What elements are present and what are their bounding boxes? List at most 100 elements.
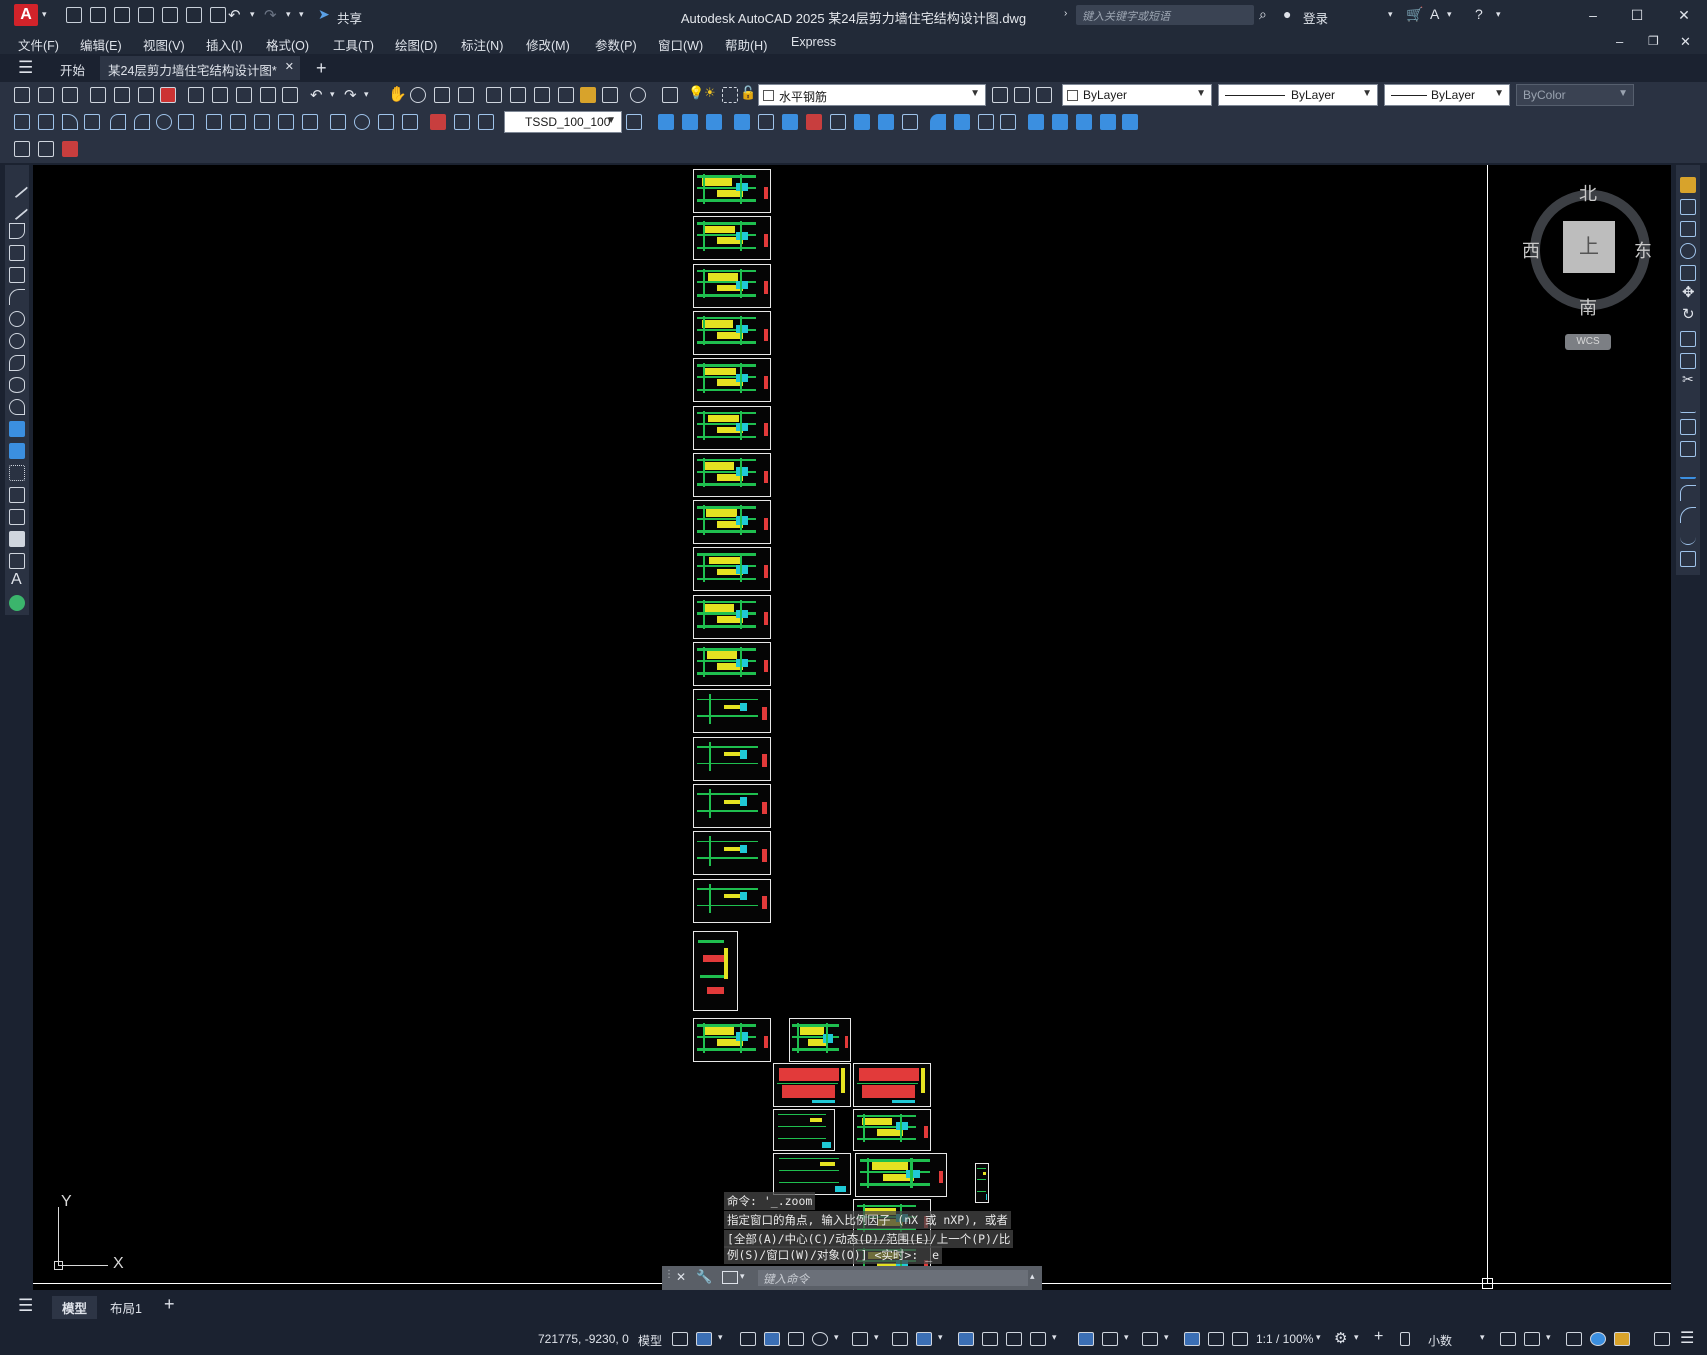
publish-3d-icon[interactable] bbox=[160, 87, 176, 103]
mirror-object-icon[interactable] bbox=[682, 114, 698, 130]
isolate-objects-icon[interactable] bbox=[1566, 1332, 1582, 1346]
command-grip-icon[interactable]: ⋮ bbox=[664, 1269, 674, 1280]
infer-constraints-icon[interactable] bbox=[740, 1332, 756, 1346]
workspace-chevron-icon[interactable]: ▾ bbox=[1354, 1332, 1359, 1343]
insert-block-icon[interactable] bbox=[9, 421, 25, 437]
open-web-icon[interactable] bbox=[162, 7, 178, 23]
menu-insert[interactable]: 插入(I) bbox=[206, 35, 243, 54]
tool-palettes-icon[interactable] bbox=[534, 87, 550, 103]
3d-object-snap-icon[interactable] bbox=[1030, 1332, 1046, 1346]
paste-icon[interactable] bbox=[236, 87, 252, 103]
qsave-icon[interactable] bbox=[62, 87, 78, 103]
coordinates-readout[interactable]: 721775, -9230, 0 bbox=[538, 1332, 629, 1346]
menu-tools[interactable]: 工具(T) bbox=[333, 35, 374, 54]
layer-thaw-icon[interactable]: ☀ bbox=[704, 85, 716, 101]
undo-chevron-icon[interactable]: ▾ bbox=[250, 9, 255, 20]
dimension-update-icon[interactable] bbox=[478, 114, 494, 130]
customize-statusbar-icon[interactable]: ☰ bbox=[1680, 1328, 1694, 1348]
offset-object-icon[interactable] bbox=[706, 114, 722, 130]
polyline-icon[interactable] bbox=[9, 223, 25, 239]
calculator-icon[interactable] bbox=[602, 87, 618, 103]
transparency-icon[interactable] bbox=[982, 1332, 998, 1346]
polar-chevron-icon[interactable]: ▾ bbox=[834, 1332, 839, 1343]
print-preview-icon[interactable] bbox=[114, 87, 130, 103]
construction-line-icon[interactable] bbox=[5, 197, 29, 221]
add-selected-icon[interactable] bbox=[9, 595, 25, 611]
doc-minimize-icon[interactable]: – bbox=[1616, 34, 1623, 49]
open-file-icon[interactable] bbox=[90, 7, 106, 23]
share-icon[interactable]: ➤ bbox=[318, 6, 330, 23]
array-icon[interactable] bbox=[1680, 265, 1696, 281]
compass-north[interactable]: 北 bbox=[1579, 180, 1597, 206]
blend-curves-icon[interactable] bbox=[1052, 114, 1068, 130]
arc-icon[interactable] bbox=[9, 289, 25, 305]
annotation-monitor-icon[interactable]: + bbox=[1374, 1328, 1383, 1346]
auto-scale-icon[interactable] bbox=[1208, 1332, 1224, 1346]
maximize-icon[interactable]: ☐ bbox=[1628, 6, 1646, 24]
units-chevron-icon[interactable]: ▾ bbox=[1480, 1332, 1485, 1343]
diameter-dimension-icon[interactable] bbox=[156, 114, 172, 130]
dimension-style-dropdown[interactable]: TSSD_100_100 ▼ bbox=[504, 111, 622, 133]
help-chevron-icon[interactable]: ▾ bbox=[1496, 9, 1501, 20]
object-snap-chevron-icon[interactable]: ▾ bbox=[938, 1332, 943, 1343]
share-label[interactable]: 共享 bbox=[337, 8, 362, 27]
arc-length-icon[interactable] bbox=[62, 114, 78, 130]
spline-icon[interactable] bbox=[9, 355, 25, 371]
isodraft-icon[interactable] bbox=[852, 1332, 868, 1346]
layer-lock-icon[interactable]: 🔓 bbox=[740, 85, 756, 101]
continue-dimension-icon[interactable] bbox=[254, 114, 270, 130]
tolerance-icon[interactable] bbox=[330, 114, 346, 130]
fillet-icon[interactable] bbox=[1680, 507, 1696, 523]
command-history-toggle-icon[interactable]: ▴ bbox=[1030, 1271, 1035, 1282]
menu-format[interactable]: 格式(O) bbox=[266, 35, 309, 54]
quick-properties-icon[interactable] bbox=[1500, 1332, 1516, 1346]
annotation-scale-chevron-icon[interactable]: ▾ bbox=[1316, 1332, 1321, 1343]
menu-parametric[interactable]: 参数(P) bbox=[595, 35, 637, 54]
tab-layout1[interactable]: 布局1 bbox=[110, 1298, 142, 1317]
autodesk-app-icon[interactable]: A bbox=[1430, 6, 1439, 22]
break-at-point-icon[interactable] bbox=[1680, 419, 1696, 435]
3d-snap-chevron-icon[interactable]: ▾ bbox=[1052, 1332, 1057, 1343]
object-snap-tracking-icon[interactable] bbox=[892, 1332, 908, 1346]
clean-screen-icon[interactable] bbox=[1654, 1332, 1670, 1346]
pan-icon[interactable]: ✋ bbox=[388, 85, 407, 103]
menu-draw[interactable]: 绘图(D) bbox=[395, 35, 437, 54]
color-dropdown[interactable]: ByLayer ▼ bbox=[1062, 84, 1212, 106]
block-attribute-icon[interactable] bbox=[38, 141, 54, 157]
doc-restore-icon[interactable]: ❐ bbox=[1648, 34, 1659, 48]
annotation-visibility-icon[interactable] bbox=[1184, 1332, 1200, 1346]
snap-chevron-icon[interactable]: ▾ bbox=[718, 1332, 723, 1343]
drawing-canvas[interactable]: Y X 命令: '_.zoom 指定窗口的角点, 输入比例因子 (nX 或 nX… bbox=[33, 165, 1671, 1290]
graphics-performance-icon[interactable] bbox=[1590, 1332, 1606, 1346]
aligned-dimension-icon[interactable] bbox=[38, 114, 54, 130]
command-close-icon[interactable]: ✕ bbox=[676, 1270, 686, 1284]
chamfer-icon[interactable] bbox=[954, 114, 970, 130]
undo-toolbar-icon[interactable]: ↶ bbox=[310, 86, 323, 104]
rotate-icon[interactable]: ↻ bbox=[1682, 305, 1695, 323]
scale-icon[interactable] bbox=[1680, 331, 1696, 347]
menu-modify[interactable]: 修改(M) bbox=[526, 35, 570, 54]
menu-file[interactable]: 文件(F) bbox=[18, 35, 59, 54]
lock-ui-chevron-icon[interactable]: ▾ bbox=[1546, 1332, 1551, 1343]
user-icon[interactable]: ● bbox=[1283, 6, 1291, 22]
zoom-window-icon[interactable] bbox=[434, 87, 450, 103]
redo-toolbar-chevron-icon[interactable]: ▾ bbox=[364, 89, 369, 100]
customize-qat-icon[interactable]: ▾ bbox=[299, 9, 304, 20]
zoom-previous-icon[interactable] bbox=[458, 87, 474, 103]
lengthen-icon[interactable] bbox=[1100, 114, 1116, 130]
scale-object-icon[interactable] bbox=[830, 114, 846, 130]
block-editor-icon[interactable] bbox=[282, 87, 298, 103]
grid-icon[interactable] bbox=[672, 1332, 688, 1346]
layer-properties-icon[interactable] bbox=[662, 87, 678, 103]
hatch-icon[interactable] bbox=[9, 487, 25, 503]
extend-icon[interactable] bbox=[1680, 397, 1696, 413]
extend-object-icon[interactable] bbox=[902, 114, 918, 130]
ortho-mode-icon[interactable] bbox=[788, 1332, 804, 1346]
gizmo-icon[interactable] bbox=[1142, 1332, 1158, 1346]
add-layout-icon[interactable]: + bbox=[164, 1294, 175, 1315]
array-object-icon[interactable] bbox=[734, 114, 750, 130]
compass-south[interactable]: 南 bbox=[1579, 294, 1597, 320]
lineweight-dropdown[interactable]: ByLayer ▼ bbox=[1384, 84, 1510, 106]
new-file-icon[interactable] bbox=[66, 7, 82, 23]
open-icon[interactable] bbox=[38, 87, 54, 103]
